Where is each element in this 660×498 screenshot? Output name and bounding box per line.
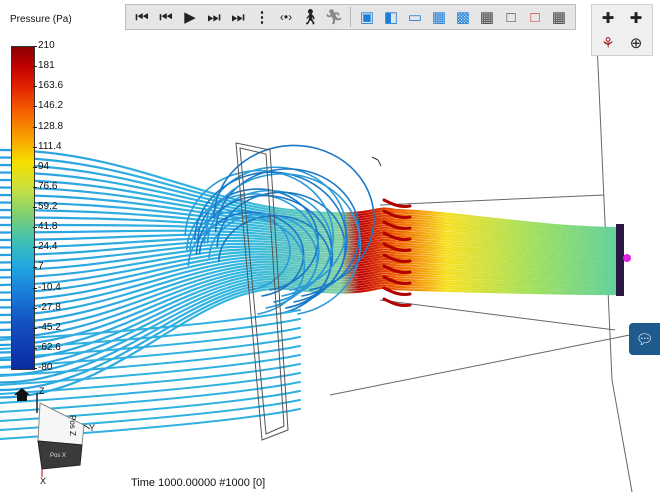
colorbar-tick-mark [33, 347, 37, 349]
colorbar-tick-label: 146.2 [38, 100, 64, 112]
view-iso-solid-icon[interactable]: ▭ [404, 6, 426, 28]
orientation-triad[interactable]: Z Pos Z Pos X Y X [10, 385, 120, 485]
3d-viewport[interactable]: Pressure (Pa) 210 181 163.6 146.2 128.8 111.4… [0, 0, 660, 498]
colorbar-tick-label: 59.2 [38, 201, 58, 212]
probe-target-icon[interactable]: ⊕ [625, 32, 647, 54]
probe-edge-icon[interactable]: ✚ [625, 7, 647, 29]
colorbar-tick-mark [33, 227, 37, 229]
speck [371, 156, 382, 167]
colorbar-tick-mark [33, 247, 37, 249]
view-wire-mesh-icon[interactable]: ▦ [548, 6, 570, 28]
probe-toolbar: ✚ ✚ ⚘ ⊕ [591, 4, 653, 56]
home-icon[interactable] [14, 388, 30, 401]
colorbar-tick-mark [33, 307, 37, 309]
time-readout: Time 1000.00000 #1000 [0] [131, 477, 266, 489]
colorbar-tick-mark [33, 368, 37, 369]
x-axis-label: X [40, 476, 46, 485]
colorbar-tick-mark [33, 186, 37, 188]
view-iso-blue-icon[interactable]: ▩ [452, 6, 474, 28]
throat-streamline [382, 198, 412, 208]
view-back-icon[interactable]: ◧ [380, 6, 402, 28]
colorbar-tick-mark [33, 126, 37, 128]
walk-mode-icon[interactable]: 🚶︎ [299, 6, 321, 28]
step-forward-icon[interactable]: ⏭ [203, 6, 225, 28]
colorbar-tick-label: -62.6 [38, 341, 61, 353]
colorbar-tick-label: -80 [38, 362, 53, 373]
outlet-markers [616, 224, 631, 296]
triad-side-label: Pos X [50, 453, 66, 459]
colorbar-tick-mark [33, 207, 37, 208]
colorbar-tick-label: 76.6 [38, 180, 58, 192]
colorbar-tick-label: 163.6 [38, 80, 64, 92]
colorbar-tick-label: 181 [38, 60, 55, 72]
colorbar-tick-label: 24.4 [38, 241, 58, 253]
colorbar-tick-label: -45.2 [38, 321, 61, 333]
play-icon[interactable]: ▶ [179, 6, 201, 28]
pressure-colorbar [11, 46, 35, 370]
colorbar-tick-label: 210 [38, 40, 55, 51]
colorbar-tick-mark [33, 66, 37, 68]
colorbar-tick-mark [33, 267, 37, 269]
colorbar-tick-mark [33, 287, 37, 289]
colorbar-tick-mark [33, 327, 37, 329]
skip-to-start-icon[interactable]: ⏮ [131, 6, 153, 28]
skip-to-end-icon[interactable]: ⏭︎ [227, 6, 249, 28]
view-mesh-icon[interactable]: ▦ [476, 6, 498, 28]
colorbar-tick-label: 94 [38, 160, 50, 172]
colorbar-tick-mark [33, 106, 37, 108]
more-options-icon[interactable]: ⋮ [251, 6, 273, 28]
colorbar-tick-label: -10.4 [38, 281, 61, 293]
probe-network-icon[interactable]: ⚘ [597, 32, 619, 54]
colorbar-tick-label: 41.8 [38, 221, 58, 233]
z-axis-label: Z [39, 386, 45, 396]
colorbar-tick-label: -27.8 [38, 301, 61, 313]
playback-toolbar: ⏮ ⏮︎ ▶ ⏭ ⏭︎ ⋮ ‹•› 🚶︎ 🏃︎ ▣ ◧ ▭ ▦ ▩ ▦ □ □ … [125, 4, 576, 30]
view-wire-icon[interactable]: □ [500, 6, 522, 28]
y-axis-label: Y [89, 423, 95, 433]
toolbar-separator [350, 7, 351, 27]
colorbar-tick-mark [33, 146, 37, 148]
colorbar-tick-mark [33, 166, 37, 168]
legend-title: Pressure (Pa) [10, 14, 72, 25]
triad-face-label: Pos Z [68, 415, 77, 436]
run-mode-icon[interactable]: 🏃︎ [323, 6, 345, 28]
colorbar-tick-mark [33, 86, 37, 88]
probe-point-icon[interactable]: ✚ [597, 7, 619, 29]
chat-icon[interactable]: 💬︎ [629, 323, 660, 355]
range-icon[interactable]: ‹•› [275, 6, 297, 28]
view-wire-red-icon[interactable]: □ [524, 6, 546, 28]
view-front-icon[interactable]: ▣ [356, 6, 378, 28]
colorbar-tick-label: 128.8 [38, 120, 64, 132]
colorbar-tick-label: 7 [38, 261, 44, 273]
colorbar-tick-mark [33, 46, 37, 47]
step-back-icon[interactable]: ⏮︎ [155, 6, 177, 28]
colorbar-tick-label: 111.4 [38, 140, 62, 152]
view-iso-grid-icon[interactable]: ▦ [428, 6, 450, 28]
